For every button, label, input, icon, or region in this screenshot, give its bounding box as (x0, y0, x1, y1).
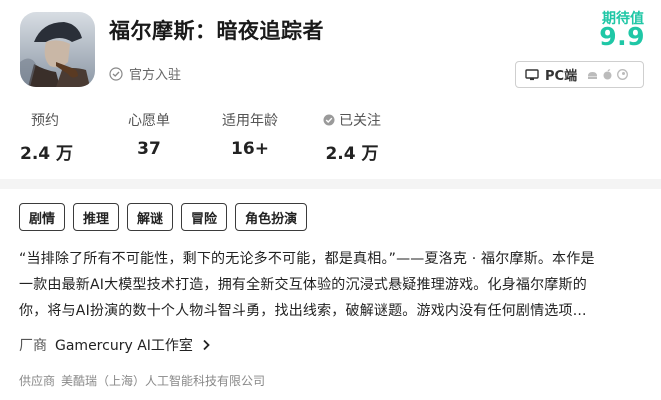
stat-value: 2.4 万 (20, 144, 74, 164)
genre-tags: 剧情 推理 解谜 冒险 角色扮演 (19, 203, 308, 231)
description-line: 一款由最新AI大模型技术打造，拥有全新交互体验的沉浸式悬疑推理游戏。化身福尔摩斯… (19, 277, 587, 293)
tag-detective[interactable]: 推理 (73, 203, 120, 231)
stat-value: 16+ (231, 139, 269, 159)
tag-adventure[interactable]: 冒险 (181, 203, 228, 231)
stat-label: 心愿单 (128, 113, 170, 129)
supplier-info: 供应商 美酷瑞（上海）人工智能科技有限公司 (19, 372, 265, 389)
platform-label: PC端 (545, 69, 578, 84)
description-line: “当排除了所有不可能性，剩下的无论多不可能，都是真相。”——夏洛克 · 福尔摩斯… (19, 251, 595, 267)
supplier-name: 美酷瑞（上海）人工智能科技有限公司 (61, 374, 266, 388)
stat-label: 预约 (31, 113, 59, 129)
pc-icon (525, 68, 539, 80)
stat-value: 37 (137, 139, 161, 159)
stats-row: 预约 2.4 万 心愿单 37 适用年龄 16+ 已关注 2.4 万 (0, 110, 661, 170)
game-title: 福尔摩斯：暗夜追踪者 (109, 19, 324, 43)
stat-value: 2.4 万 (325, 144, 379, 164)
vendor-label: 厂商 (19, 338, 47, 354)
steam-icon (617, 69, 629, 80)
platform-selector[interactable]: PC端 (515, 61, 644, 88)
game-description[interactable]: “当排除了所有不可能性，剩下的无论多不可能，都是真相。”——夏洛克 · 福尔摩斯… (19, 246, 647, 324)
stat-label: 适用年龄 (222, 113, 278, 129)
official-check-icon (109, 66, 123, 81)
stat-age-rating: 适用年龄 16+ (219, 110, 281, 159)
game-icon[interactable] (20, 12, 95, 87)
description-line: 你，将与AI扮演的数十个人物斗智斗勇，找出线索，破解谜题。游戏内没有任何剧情选项… (19, 303, 587, 319)
tag-puzzle[interactable]: 解谜 (127, 203, 174, 231)
tag-roleplay[interactable]: 角色扮演 (235, 203, 308, 231)
apple-icon (603, 69, 612, 80)
vendor-link[interactable]: 厂商 Gamercury AI工作室 (19, 335, 211, 355)
chevron-right-icon (203, 339, 210, 351)
vendor-name: Gamercury AI工作室 (55, 338, 193, 354)
followed-label: 已关注 (339, 113, 381, 129)
stat-reservations: 预约 2.4 万 (20, 110, 74, 164)
stat-label: 已关注 (320, 110, 384, 130)
android-icon (588, 72, 598, 79)
official-badge: 官方入驻 (109, 64, 181, 83)
section-divider (0, 179, 661, 189)
tag-story[interactable]: 剧情 (19, 203, 66, 231)
follow-heart-icon (323, 114, 335, 126)
stat-wishlist[interactable]: 心愿单 37 (122, 110, 176, 159)
official-label: 官方入驻 (129, 68, 182, 83)
supplier-label: 供应商 (19, 374, 56, 388)
stat-followers[interactable]: 已关注 2.4 万 (320, 110, 384, 164)
expect-score: 9.9 (599, 22, 645, 51)
